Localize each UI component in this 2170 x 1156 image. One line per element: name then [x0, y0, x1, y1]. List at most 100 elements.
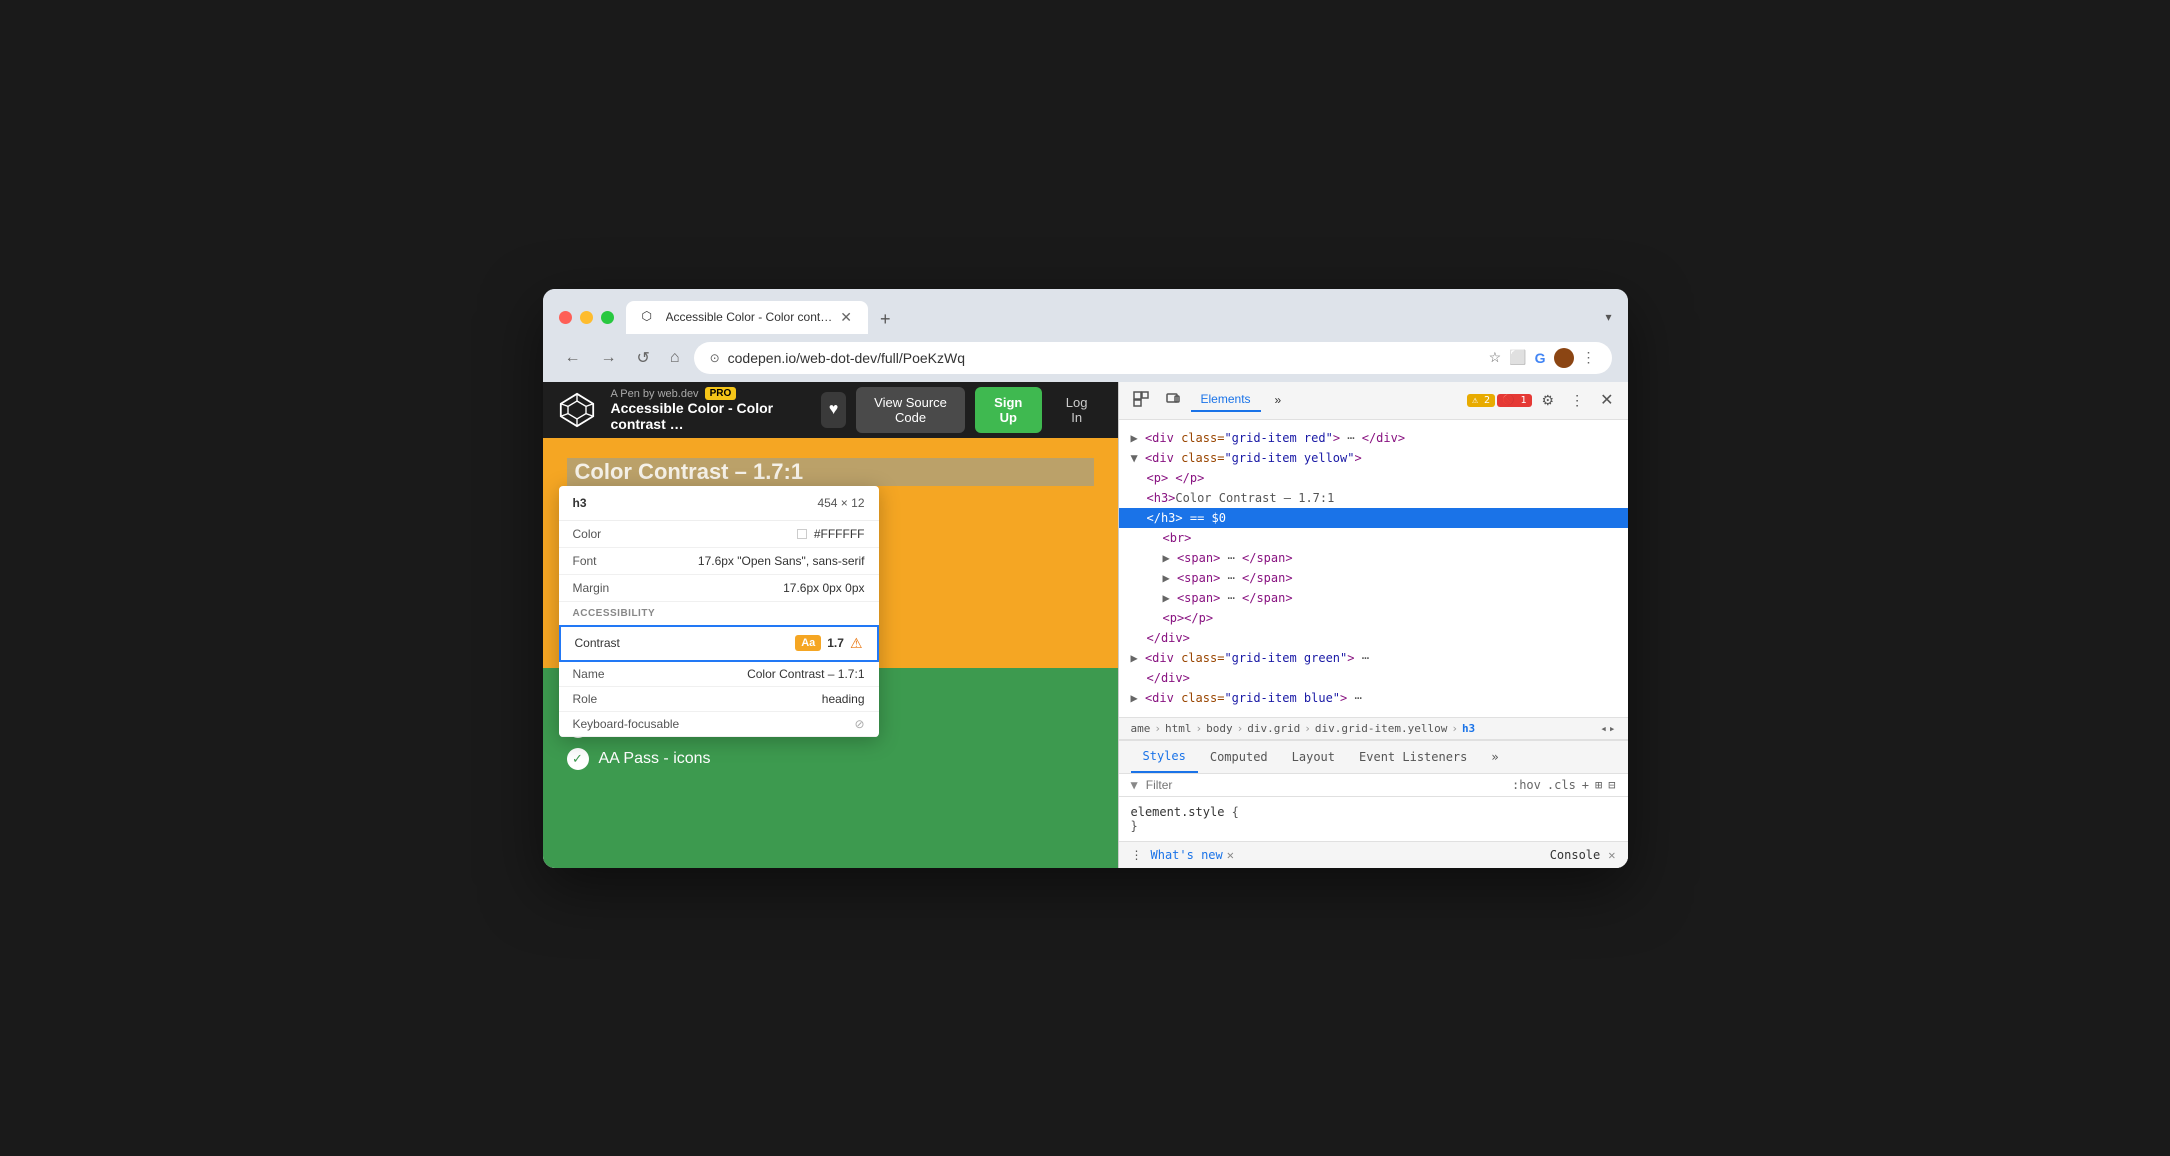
- inspector-tag-label: h3: [573, 496, 587, 510]
- tab-more-styles[interactable]: »: [1479, 742, 1510, 772]
- pen-title: Accessible Color - Color contrast …: [611, 400, 805, 432]
- signup-button[interactable]: Sign Up: [975, 387, 1042, 433]
- home-button[interactable]: ⌂: [664, 345, 686, 371]
- filter-input[interactable]: [1146, 778, 1504, 792]
- hov-button[interactable]: :hov: [1512, 778, 1541, 792]
- breadcrumb-ame[interactable]: ame: [1131, 722, 1151, 735]
- dom-line[interactable]: ▶ <div class="grid-item green"> ⋯: [1119, 648, 1628, 668]
- inspector-font-row: Font 17.6px "Open Sans", sans-serif: [559, 548, 879, 575]
- bottom-menu-icon[interactable]: ⋮: [1131, 848, 1143, 862]
- dom-line[interactable]: <p> </p>: [1119, 468, 1628, 488]
- dom-line[interactable]: ▶ <span> ⋯ </span>: [1119, 568, 1628, 588]
- tab-chevron-icon[interactable]: ▾: [1605, 310, 1611, 324]
- view-source-button[interactable]: View Source Code: [856, 387, 965, 433]
- name-label: Name: [573, 667, 605, 681]
- more-menu-icon[interactable]: ⋮: [1582, 349, 1596, 366]
- tab-layout[interactable]: Layout: [1280, 742, 1347, 772]
- inspect-element-button[interactable]: [1127, 388, 1155, 413]
- cls-button[interactable]: .cls: [1547, 778, 1576, 792]
- add-style-icon[interactable]: +: [1582, 778, 1589, 792]
- inspector-header: h3 454 × 12: [559, 486, 879, 521]
- pro-badge: PRO: [705, 387, 737, 400]
- tab-styles[interactable]: Styles: [1131, 741, 1198, 773]
- forward-button[interactable]: →: [595, 345, 623, 371]
- active-tab[interactable]: ⬡ Accessible Color - Color cont… ✕: [626, 301, 868, 334]
- devtools-breadcrumb: ame › html › body › div.grid › div.grid-…: [1119, 717, 1628, 740]
- devtools-settings-button[interactable]: ⚙: [1536, 389, 1561, 412]
- tab-elements[interactable]: Elements: [1191, 388, 1261, 412]
- dom-tree[interactable]: ▶ <div class="grid-item red"> ⋯ </div> ▼…: [1119, 420, 1628, 717]
- address-field[interactable]: ⊙ codepen.io/web-dot-dev/full/PoeKzWq ☆ …: [694, 342, 1612, 374]
- triangle-icon: ▶: [1131, 651, 1145, 665]
- whats-new-tab[interactable]: What's new ✕: [1151, 848, 1234, 862]
- maximize-button[interactable]: [601, 311, 614, 324]
- back-button[interactable]: ←: [559, 345, 587, 371]
- g-icon: G: [1535, 350, 1546, 366]
- yellow-section: Color Contrast – 1.7:1 h3 454 × 12 Color: [543, 438, 1118, 668]
- contrast-row: Contrast Aa 1.7 ⚠: [559, 625, 879, 662]
- contrast-badge: Aa 1.7 ⚠: [795, 635, 862, 652]
- triangle-icon: ▶: [1131, 431, 1145, 445]
- reload-button[interactable]: ↺: [631, 344, 656, 372]
- dom-line[interactable]: <h3>Color Contrast – 1.7:1: [1119, 488, 1628, 508]
- styles-content: element.style { }: [1119, 797, 1628, 841]
- dom-line[interactable]: <p></p>: [1119, 608, 1628, 628]
- filter-icon: ▼: [1131, 778, 1138, 792]
- minimize-button[interactable]: [580, 311, 593, 324]
- close-button[interactable]: [559, 311, 572, 324]
- toggle-style-icon[interactable]: ⊟: [1608, 778, 1615, 792]
- elements-tab-label: Elements: [1201, 392, 1251, 406]
- devtools-more-button[interactable]: ⋮: [1564, 389, 1590, 412]
- warning-count: ⚠ 2 🚫 1: [1467, 394, 1532, 407]
- triangle-icon: ▶: [1131, 691, 1145, 705]
- inspector-size: 454 × 12: [817, 496, 864, 510]
- triangle-icon: ▶: [1163, 551, 1177, 565]
- dom-line[interactable]: ▶ <span> ⋯ </span>: [1119, 548, 1628, 568]
- triangle-icon: ▼: [1131, 451, 1145, 465]
- breadcrumb-html[interactable]: html: [1165, 722, 1192, 735]
- styles-filter: ▼ :hov .cls + ⊞ ⊟: [1119, 774, 1628, 797]
- dom-line[interactable]: ▶ <span> ⋯ </span>: [1119, 588, 1628, 608]
- breadcrumb-next-icon[interactable]: ▸: [1609, 722, 1616, 735]
- style-selector: element.style: [1131, 805, 1225, 819]
- dom-line[interactable]: <br>: [1119, 528, 1628, 548]
- extensions-icon[interactable]: ⬜: [1509, 349, 1526, 366]
- color-label: Color: [573, 527, 602, 541]
- dom-line[interactable]: </div>: [1119, 668, 1628, 688]
- styles-panel: Styles Computed Layout Event Listeners »: [1119, 740, 1628, 841]
- breadcrumb-yellow[interactable]: div.grid-item.yellow: [1315, 722, 1447, 735]
- devtools-panel: Elements » ⚠ 2 🚫 1 ⚙ ⋮ ✕: [1118, 382, 1628, 868]
- pen-by-text: A Pen by web.dev: [611, 388, 699, 400]
- dom-line[interactable]: ▼ <div class="grid-item yellow">: [1119, 448, 1628, 468]
- breadcrumb-divgrid[interactable]: div.grid: [1247, 722, 1300, 735]
- console-close-icon[interactable]: ✕: [1608, 848, 1615, 862]
- breadcrumb-h3[interactable]: h3: [1462, 722, 1475, 735]
- tab-close-icon[interactable]: ✕: [840, 309, 852, 326]
- dom-line[interactable]: ▶ <div class="grid-item blue"> ⋯: [1119, 688, 1628, 708]
- bookmark-icon[interactable]: ☆: [1489, 349, 1502, 366]
- device-toolbar-button[interactable]: [1159, 388, 1187, 413]
- error-badge: 🚫 1: [1497, 394, 1532, 407]
- dom-line[interactable]: </div>: [1119, 628, 1628, 648]
- header-actions: ♥ View Source Code Sign Up Log In: [821, 387, 1102, 433]
- tab-computed[interactable]: Computed: [1198, 742, 1280, 772]
- aa-badge: Aa: [795, 635, 821, 651]
- login-button[interactable]: Log In: [1052, 387, 1102, 433]
- styles-tabs: Styles Computed Layout Event Listeners »: [1119, 741, 1628, 774]
- margin-label: Margin: [573, 581, 610, 595]
- new-tab-button[interactable]: +: [872, 305, 899, 334]
- heart-button[interactable]: ♥: [821, 392, 847, 428]
- tab-event-listeners[interactable]: Event Listeners: [1347, 742, 1479, 772]
- breadcrumb-prev-icon[interactable]: ◂: [1600, 722, 1607, 735]
- breadcrumb-body[interactable]: body: [1206, 722, 1233, 735]
- copy-style-icon[interactable]: ⊞: [1595, 778, 1602, 792]
- profile-icon[interactable]: [1554, 348, 1574, 368]
- devtools-close-button[interactable]: ✕: [1594, 387, 1619, 413]
- role-label: Role: [573, 692, 598, 706]
- whats-new-close-icon[interactable]: ✕: [1227, 848, 1234, 862]
- dom-line-selected[interactable]: </h3> == $0: [1119, 508, 1628, 528]
- tab-more[interactable]: »: [1265, 389, 1292, 411]
- title-bar: ⬡ Accessible Color - Color cont… ✕ + ▾: [543, 289, 1628, 334]
- dom-line[interactable]: ▶ <div class="grid-item red"> ⋯ </div>: [1119, 428, 1628, 448]
- console-tab-label[interactable]: Console: [1550, 848, 1601, 862]
